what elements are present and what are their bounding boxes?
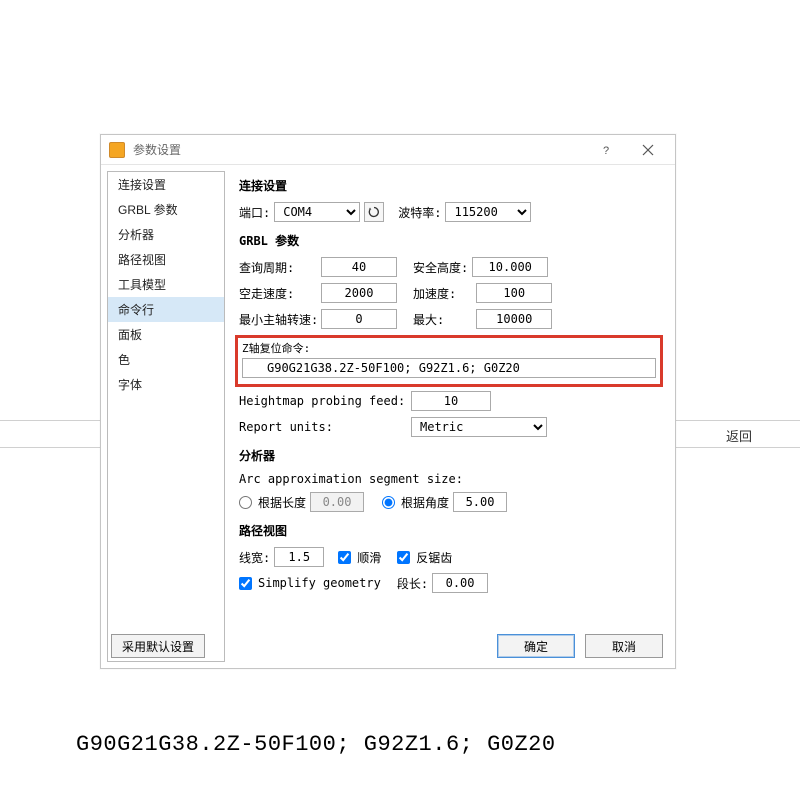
- sidebar: 连接设置 GRBL 参数 分析器 路径视图 工具模型 命令行 面板 色 字体: [107, 171, 225, 662]
- antialias-label: 反锯齿: [416, 549, 452, 566]
- titlebar: 参数设置 ?: [101, 135, 675, 165]
- section-connection-title: 连接设置: [239, 177, 663, 194]
- idle-label: 空走速度:: [239, 285, 317, 302]
- smooth-label: 顺滑: [357, 549, 381, 566]
- port-select[interactable]: COM4: [274, 202, 360, 222]
- heightmap-label: Heightmap probing feed:: [239, 394, 407, 408]
- sidebar-item-toolmodel[interactable]: 工具模型: [108, 272, 224, 297]
- port-label: 端口:: [239, 204, 270, 221]
- help-button[interactable]: ?: [585, 136, 627, 164]
- by-angle-input[interactable]: [453, 492, 507, 512]
- sidebar-item-analyzer[interactable]: 分析器: [108, 222, 224, 247]
- smooth-checkbox[interactable]: [338, 550, 353, 564]
- ok-button[interactable]: 确定: [497, 634, 575, 658]
- sidebar-item-pathview[interactable]: 路径视图: [108, 247, 224, 272]
- cancel-button[interactable]: 取消: [585, 634, 663, 658]
- poll-input[interactable]: [321, 257, 397, 277]
- by-length-label: 根据长度: [258, 494, 306, 511]
- sidebar-item-panel[interactable]: 面板: [108, 322, 224, 347]
- section-grbl-title: GRBL 参数: [239, 232, 663, 249]
- dialog-title: 参数设置: [133, 141, 585, 158]
- by-angle-label: 根据角度: [401, 494, 449, 511]
- baud-select[interactable]: 115200: [445, 202, 531, 222]
- sidebar-item-commandline[interactable]: 命令行: [108, 297, 224, 322]
- refresh-icon: [368, 206, 380, 218]
- close-button[interactable]: [627, 136, 669, 164]
- spindle-max-label: 最大:: [413, 311, 444, 328]
- accel-input[interactable]: [476, 283, 552, 303]
- defaults-button[interactable]: 采用默认设置: [111, 634, 205, 658]
- refresh-ports-button[interactable]: [364, 202, 384, 222]
- z-reset-input[interactable]: [242, 358, 656, 378]
- spindle-max-input[interactable]: [476, 309, 552, 329]
- sidebar-item-font[interactable]: 字体: [108, 372, 224, 397]
- content-pane: 连接设置 端口: COM4 波特率: 115200 GRBL 参数 查询周期:: [225, 165, 675, 668]
- linewidth-label: 线宽:: [239, 549, 270, 566]
- safe-input[interactable]: [472, 257, 548, 277]
- accel-label: 加速度:: [413, 285, 456, 302]
- linewidth-input[interactable]: [274, 547, 324, 567]
- return-label[interactable]: 返回: [726, 426, 752, 445]
- baud-label: 波特率:: [398, 204, 441, 221]
- poll-label: 查询周期:: [239, 259, 317, 276]
- report-units-select[interactable]: Metric: [411, 417, 547, 437]
- section-analyzer-title: 分析器: [239, 447, 663, 464]
- svg-text:?: ?: [603, 145, 609, 156]
- by-length-input: [310, 492, 364, 512]
- settings-dialog: 参数设置 ? 连接设置 GRBL 参数 分析器 路径视图 工具模型 命令行 面板…: [100, 134, 676, 669]
- arc-approx-label: Arc approximation segment size:: [239, 472, 463, 486]
- segment-label: 段长:: [397, 575, 428, 592]
- simplify-checkbox[interactable]: [239, 576, 254, 590]
- report-units-label: Report units:: [239, 420, 407, 434]
- simplify-label: Simplify geometry: [258, 576, 381, 590]
- idle-input[interactable]: [321, 283, 397, 303]
- z-reset-highlight: Z轴复位命令:: [235, 335, 663, 387]
- heightmap-input[interactable]: [411, 391, 491, 411]
- section-pathview-title: 路径视图: [239, 522, 663, 539]
- spindle-min-input[interactable]: [321, 309, 397, 329]
- spindle-min-label: 最小主轴转速:: [239, 311, 317, 328]
- app-icon: [109, 142, 125, 158]
- segment-input[interactable]: [432, 573, 488, 593]
- safe-label: 安全高度:: [413, 259, 468, 276]
- sidebar-item-color[interactable]: 色: [108, 347, 224, 372]
- antialias-checkbox[interactable]: [397, 550, 412, 564]
- sidebar-item-connection[interactable]: 连接设置: [108, 172, 224, 197]
- z-reset-label: Z轴复位命令:: [242, 340, 656, 356]
- by-length-radio[interactable]: [239, 495, 254, 509]
- bottom-gcode-text: G90G21G38.2Z-50F100; G92Z1.6; G0Z20: [76, 732, 556, 757]
- sidebar-item-grbl[interactable]: GRBL 参数: [108, 197, 224, 222]
- by-angle-radio[interactable]: [382, 495, 397, 509]
